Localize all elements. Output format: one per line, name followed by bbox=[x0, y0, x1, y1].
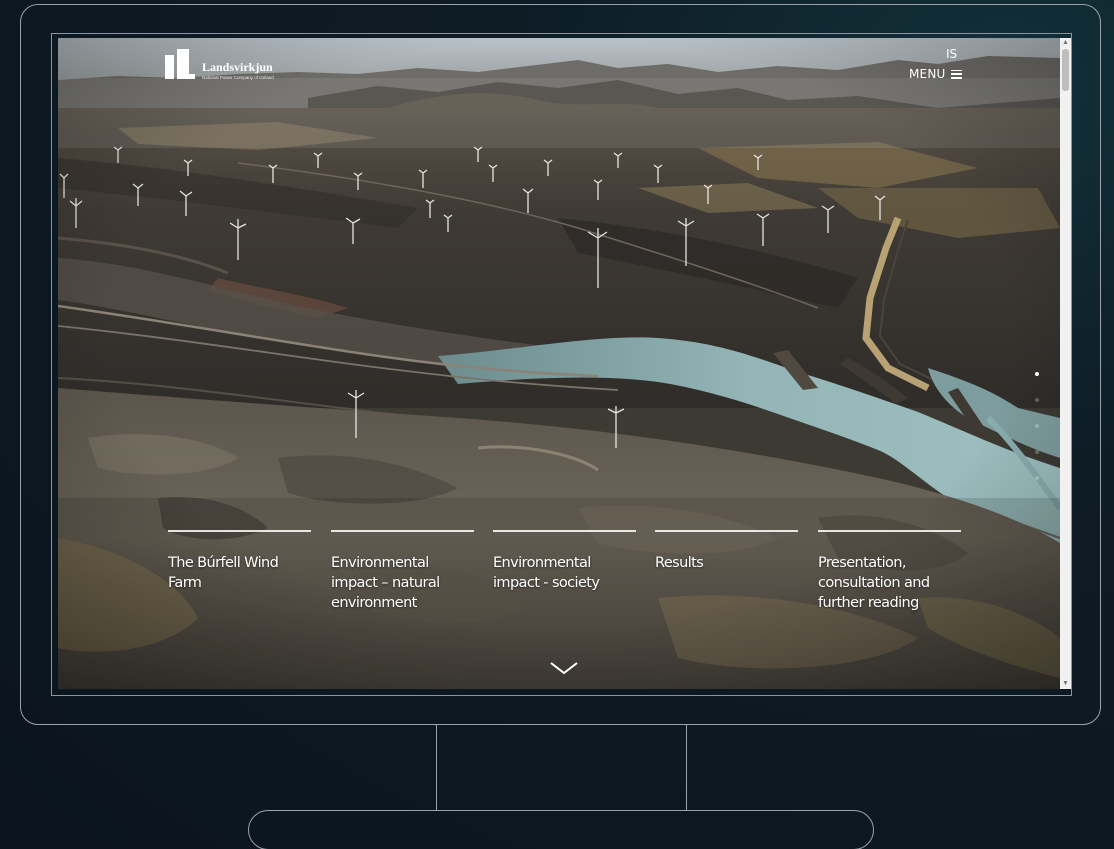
nav-item-label-line: The Búrfell Wind bbox=[168, 555, 279, 571]
nav-item-environmental-impact-society[interactable]: Environmental impact - society bbox=[493, 530, 636, 593]
landsvirkjun-logo-mark bbox=[165, 49, 195, 79]
monitor-stand-neck bbox=[436, 725, 687, 811]
nav-item-presentation-consultation[interactable]: Presentation, consultation and further r… bbox=[818, 530, 961, 613]
nav-item-burfell-wind-farm[interactable]: The Búrfell Wind Farm bbox=[168, 530, 311, 593]
section-dot[interactable] bbox=[1035, 450, 1039, 454]
chevron-down-icon[interactable] bbox=[550, 661, 578, 675]
scroll-down-arrow-icon[interactable]: ▼ bbox=[1060, 679, 1071, 689]
section-dot[interactable] bbox=[1035, 424, 1039, 428]
section-dot[interactable] bbox=[1035, 372, 1039, 376]
nav-item-label-line: environment bbox=[331, 595, 417, 611]
nav-item-results[interactable]: Results bbox=[655, 530, 798, 573]
language-switch[interactable]: IS bbox=[946, 47, 957, 61]
nav-item-label-line: impact - society bbox=[493, 575, 600, 591]
website-viewport: Landsvirkjun National Power Company of I… bbox=[58, 38, 1060, 689]
logo-name: Landsvirkjun bbox=[202, 60, 273, 74]
scrollbar-thumb[interactable] bbox=[1062, 49, 1069, 91]
scroll-up-arrow-icon[interactable]: ▲ bbox=[1060, 38, 1071, 48]
nav-item-label-line: Results bbox=[655, 555, 704, 571]
menu-button[interactable]: MENU bbox=[909, 67, 962, 81]
nav-item-label-line: Environmental bbox=[331, 555, 429, 571]
monitor-stand-base bbox=[248, 810, 874, 849]
hamburger-icon bbox=[950, 69, 962, 79]
nav-item-label-line: Environmental bbox=[493, 555, 591, 571]
nav-item-label-line: impact – natural bbox=[331, 575, 440, 591]
section-indicator bbox=[1032, 372, 1042, 502]
nav-item-environmental-impact-natural[interactable]: Environmental impact – natural environme… bbox=[331, 530, 474, 613]
nav-item-label-line: consultation and bbox=[818, 575, 930, 591]
page-scrollbar[interactable]: ▲ ▼ bbox=[1060, 38, 1071, 689]
nav-item-label-line: Presentation, bbox=[818, 555, 906, 571]
section-dot[interactable] bbox=[1035, 476, 1039, 480]
nav-item-label-line: Farm bbox=[168, 575, 202, 591]
menu-label: MENU bbox=[909, 67, 946, 81]
logo-tagline: National Power Company of Iceland bbox=[202, 75, 274, 80]
site-logo[interactable]: Landsvirkjun National Power Company of I… bbox=[165, 49, 274, 81]
nav-item-label-line: further reading bbox=[818, 595, 919, 611]
section-dot[interactable] bbox=[1035, 398, 1039, 402]
